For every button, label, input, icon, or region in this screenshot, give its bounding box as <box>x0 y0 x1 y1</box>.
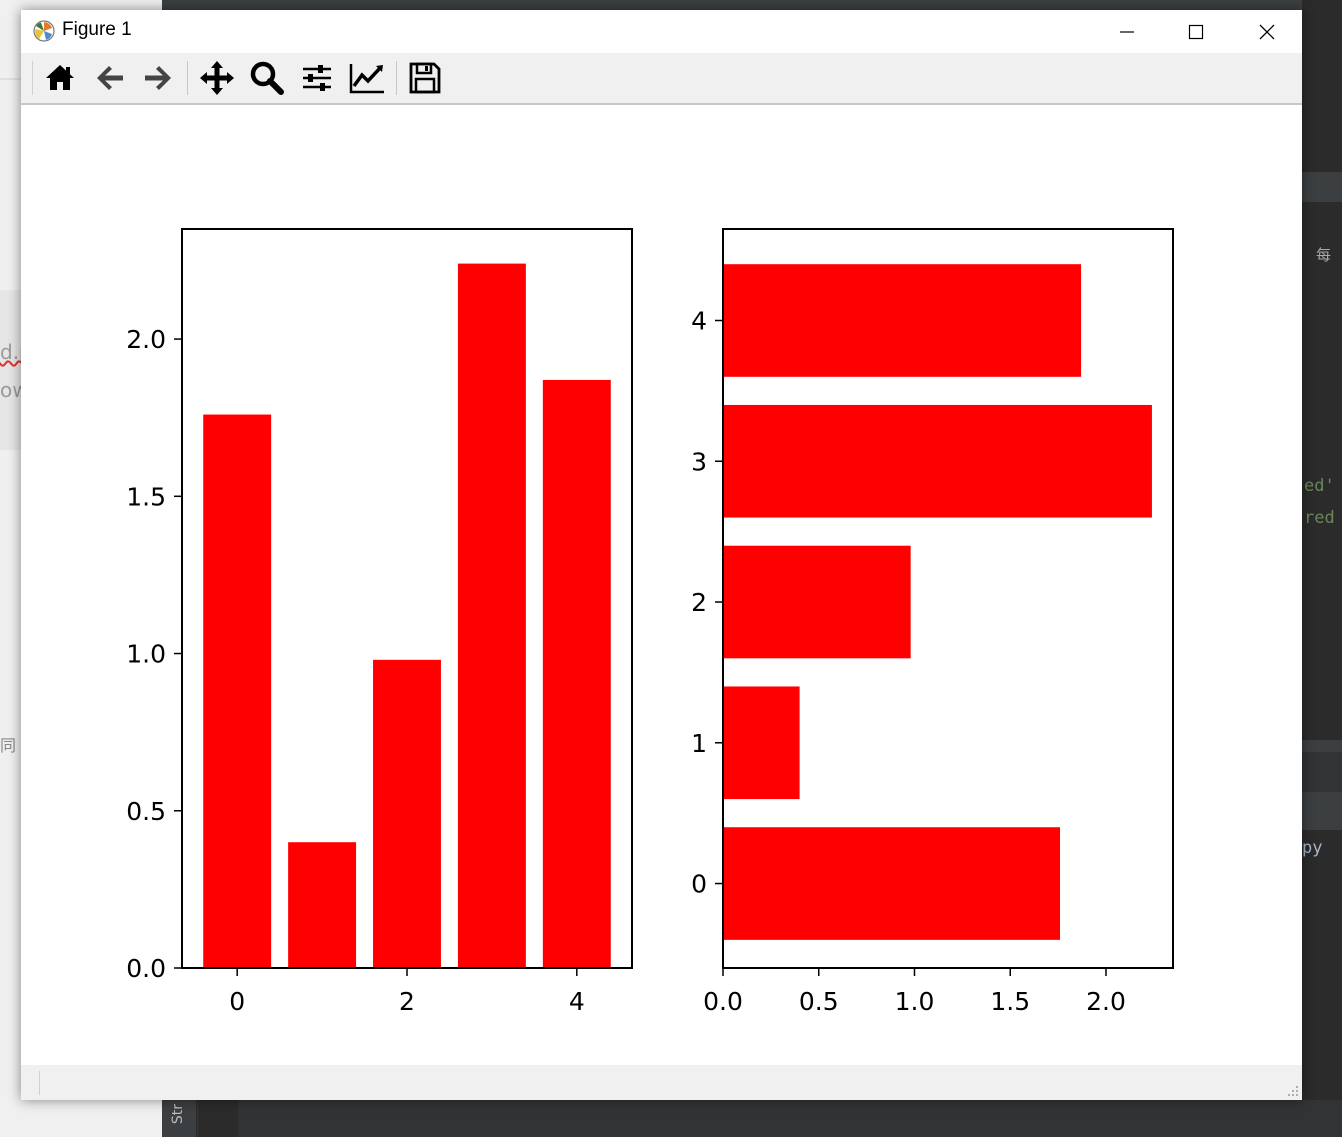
window-title: Figure 1 <box>62 19 132 40</box>
title-bar[interactable]: Figure 1 <box>21 10 1302 53</box>
y-tick-label: 1.0 <box>126 640 166 669</box>
editor-strip <box>1302 172 1342 202</box>
x-tick-label: 1.0 <box>895 987 935 1016</box>
background-editor-bottom: Str <box>162 1100 1342 1137</box>
matplotlib-logo-icon <box>33 20 55 42</box>
background-code-fragment: red <box>1304 508 1335 528</box>
navigation-toolbar <box>21 53 1302 105</box>
chart-2: 0.0 0.5 1.0 1.5 2.0 0 1 2 3 4 <box>691 228 1174 1016</box>
bar <box>457 263 526 968</box>
configure-subplots-icon <box>303 65 331 91</box>
background-text-fragment: 同 <box>0 736 17 755</box>
bar <box>723 827 1061 940</box>
editor-strip <box>1302 752 1342 792</box>
editor-strip <box>1302 740 1342 752</box>
y-tick-label: 0 <box>691 870 707 899</box>
status-grip <box>39 1071 42 1095</box>
zoom-icon <box>250 61 284 95</box>
resize-grip-icon[interactable] <box>1287 1085 1299 1097</box>
figure-plot: 0 2 4 0.0 0.5 1.0 1.5 2.0 0.0 0.5 1.0 1.5 2.0 0 1 2 3 4 <box>126 228 1174 1016</box>
x-tick-label: 0.0 <box>703 987 743 1016</box>
figure-window: Figure 1 0 2 4 0.0 0.5 1.0 1.5 2.0 0.0 0… <box>21 10 1302 1100</box>
x-tick-label: 0 <box>229 987 245 1016</box>
zoom-button[interactable] <box>247 58 287 98</box>
y-tick-label: 2 <box>691 588 707 617</box>
structure-tab[interactable]: Str <box>162 1100 197 1137</box>
forward-button[interactable] <box>138 58 178 98</box>
bar <box>203 414 272 969</box>
close-button[interactable] <box>1232 10 1302 53</box>
bar <box>723 545 911 659</box>
forward-icon <box>145 66 171 90</box>
close-icon <box>1259 24 1275 39</box>
bar <box>723 264 1082 377</box>
edit-axis-button[interactable] <box>347 58 387 98</box>
background-editor-right: 每 ed' red py <box>1302 0 1342 1137</box>
editor-strip <box>1302 792 1342 830</box>
configure-subplots-button[interactable] <box>297 58 337 98</box>
y-tick-label: 2.0 <box>126 325 166 354</box>
minimize-icon <box>1120 30 1134 33</box>
back-button[interactable] <box>90 58 130 98</box>
y-tick-label: 0.5 <box>126 797 166 826</box>
home-icon <box>46 65 74 90</box>
back-icon <box>97 66 123 90</box>
edit-axis-icon <box>349 64 384 94</box>
bar <box>723 686 800 800</box>
y-tick-label: 3 <box>691 447 707 476</box>
x-tick-label: 2.0 <box>1086 987 1126 1016</box>
x-tick-label: 4 <box>569 987 585 1016</box>
background-code-fragment: py <box>1302 838 1323 858</box>
y-tick-label: 0.0 <box>126 954 166 983</box>
status-bar <box>21 1065 1302 1100</box>
maximize-button[interactable] <box>1161 10 1231 53</box>
bar <box>723 404 1152 518</box>
pan-button[interactable] <box>197 58 237 98</box>
save-icon <box>409 62 441 94</box>
maximize-icon <box>1188 24 1204 39</box>
bar <box>288 842 357 968</box>
background-code-fragment: 每 <box>1316 246 1332 264</box>
home-button[interactable] <box>40 58 80 98</box>
y-tick-label: 4 <box>691 306 707 335</box>
y-tick-label: 1 <box>691 729 707 758</box>
minimize-button[interactable] <box>1092 10 1162 53</box>
save-button[interactable] <box>405 58 445 98</box>
pan-icon <box>200 61 234 95</box>
bar <box>542 379 611 968</box>
x-tick-label: 0.5 <box>799 987 839 1016</box>
x-tick-label: 1.5 <box>990 987 1030 1016</box>
editor-top-edge <box>162 0 1342 10</box>
chart-1: 0 2 4 0.0 0.5 1.0 1.5 2.0 <box>126 228 633 1016</box>
x-tick-label: 2 <box>399 987 415 1016</box>
y-tick-label: 1.5 <box>126 482 166 511</box>
toolbar-separator <box>187 61 188 95</box>
background-code-fragment: ed' <box>1304 476 1335 496</box>
figure-canvas[interactable]: 0 2 4 0.0 0.5 1.0 1.5 2.0 0.0 0.5 1.0 1.5 2.0 0 1 2 3 4 <box>21 105 1302 1065</box>
toolbar-grip[interactable] <box>32 61 36 95</box>
bar <box>373 659 441 968</box>
toolbar-separator <box>396 61 397 95</box>
editor-gutter <box>198 1100 238 1137</box>
